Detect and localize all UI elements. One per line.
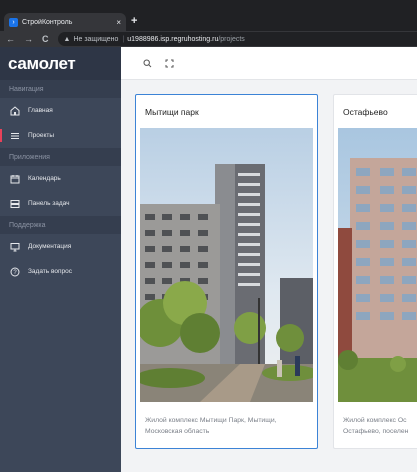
url-divider: | [122, 35, 125, 43]
sidebar-item-ask-question[interactable]: ? Задать вопрос [0, 259, 121, 284]
calendar-icon [9, 173, 21, 185]
sidebar: самолет Навигация Главная Проекты Прилож… [0, 47, 121, 472]
url-path: /projects [218, 35, 245, 43]
address-bar[interactable]: ▲ Не защищено | u1988986.isp.regruhostin… [57, 32, 417, 46]
browser-tab[interactable]: › СтройКонтроль × [4, 13, 126, 31]
project-card-ostafyevo[interactable]: Остафьево Жилой комплекс Ос Остафьево, п… [333, 94, 417, 449]
project-card-mytishchi-park[interactable]: Мытищи парк Жилой комплекс Мытищи Парк, … [135, 94, 318, 449]
project-card-title: Остафьево [343, 107, 388, 117]
project-card-desc-line: Остафьево, поселен [343, 428, 409, 435]
help-icon: ? [9, 266, 21, 278]
project-card-desc-line: Жилой комплекс Ос [343, 417, 407, 424]
tab-close-button[interactable]: × [116, 18, 121, 27]
project-card-description: Жилой комплекс Ос Остафьево, поселен [343, 415, 417, 437]
monitor-icon [9, 241, 21, 253]
sidebar-item-label: Задать вопрос [28, 268, 72, 275]
sidebar-item-task-board[interactable]: Панель задач [0, 191, 121, 216]
warning-icon: ▲ [63, 35, 71, 43]
fullscreen-icon[interactable] [164, 58, 175, 69]
sidebar-item-projects[interactable]: Проекты [0, 123, 121, 148]
new-tab-button[interactable]: + [131, 15, 137, 27]
favicon-icon: › [9, 17, 18, 27]
insecure-label: Не защищено [73, 35, 119, 43]
main-content: Мытищи парк Жилой комплекс Мытищи Парк, … [121, 47, 417, 472]
task-board-icon [9, 198, 21, 210]
project-card-description: Жилой комплекс Мытищи Парк, Мытищи, Моск… [145, 415, 277, 437]
section-header-apps: Приложения [0, 148, 121, 166]
browser-toolbar: ← → C ▲ Не защищено | u1988986.isp.regru… [0, 31, 417, 47]
app: самолет Навигация Главная Проекты Прилож… [0, 47, 417, 472]
section-header-support: Поддержка [0, 216, 121, 234]
top-bar [121, 47, 417, 80]
search-icon[interactable] [142, 58, 153, 69]
menu-icon [9, 130, 21, 142]
sidebar-item-label: Главная [28, 107, 53, 114]
sidebar-item-label: Календарь [28, 175, 61, 182]
home-icon [9, 105, 21, 117]
brand-logo[interactable]: самолет [0, 47, 121, 80]
sidebar-item-docs[interactable]: Документация [0, 234, 121, 259]
sidebar-item-calendar[interactable]: Календарь [0, 166, 121, 191]
reload-button[interactable]: C [42, 34, 49, 44]
sidebar-item-label: Документация [28, 243, 72, 250]
project-card-desc-line: Московская область [145, 428, 210, 435]
project-card-title: Мытищи парк [145, 107, 199, 117]
project-card-photo [338, 128, 417, 402]
sidebar-item-label: Панель задач [28, 200, 70, 207]
sidebar-item-label: Проекты [28, 132, 55, 139]
forward-button[interactable]: → [24, 34, 33, 44]
browser-tab-strip [0, 0, 417, 14]
section-header-navigation: Навигация [0, 80, 121, 98]
sidebar-item-home[interactable]: Главная [0, 98, 121, 123]
tab-title: СтройКонтроль [22, 18, 73, 26]
back-button[interactable]: ← [6, 34, 15, 44]
project-card-desc-line: Жилой комплекс Мытищи Парк, Мытищи, [145, 417, 277, 424]
url-host: u1988986.isp.regruhosting.ru [127, 35, 219, 43]
project-card-photo [140, 128, 313, 402]
